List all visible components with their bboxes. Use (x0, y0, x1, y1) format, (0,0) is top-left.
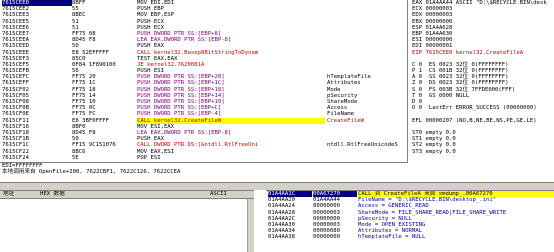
info-pane: EDI=FFFFFFFF 本地调用来自 OpenFile+200, 7622CB… (0, 162, 408, 182)
dump-header: 地址 HEX 数据 ASCII (0, 191, 254, 199)
dump-scrollbar[interactable] (247, 199, 254, 252)
status-strip (0, 182, 554, 190)
stack-value: 00000000 (313, 234, 340, 241)
register-text: ST3 empty 0.0 (412, 148, 456, 155)
disasm-address: 7615CF24 (2, 154, 29, 161)
registers-pane[interactable]: EAX 01A4AA44 ASCII "D:\$RECYCLE.BIN\desk… (409, 0, 554, 162)
register-line[interactable]: ST3 empty 0.0 (409, 149, 554, 155)
disasm-row[interactable]: 7615CF24 5E POP ESI (0, 155, 407, 161)
dump-header-address[interactable]: 地址 (3, 191, 14, 197)
memory-dump-pane[interactable]: 地址 HEX 数据 ASCII (0, 190, 254, 252)
stack-comment: hTemplateFile = NULL (358, 234, 426, 241)
stack-row[interactable]: 01A4AA38 00000000 hTemplateFile = NULL (266, 234, 554, 240)
disasm-hex: 5E (72, 154, 79, 161)
disassembly-pane[interactable]: 7615CEE0 8BFF MOV EDI,EDI 7615CEE2 55 PUSH EB… (0, 0, 408, 162)
stack-address: 01A4AA38 (268, 234, 295, 241)
info-line-2: 本地调用来自 OpenFile+200, 7622CBF1, 7622C126,… (2, 169, 181, 176)
dump-header-hex[interactable]: HEX 数据 (40, 191, 65, 197)
disasm-instruction: POP ESI (137, 154, 161, 161)
stack-pane[interactable]: 01A4AA1C 00A67270 CALL 到 CreateFileA 来自 xm… (266, 190, 554, 252)
dump-header-ascii[interactable]: ASCII (210, 191, 227, 197)
